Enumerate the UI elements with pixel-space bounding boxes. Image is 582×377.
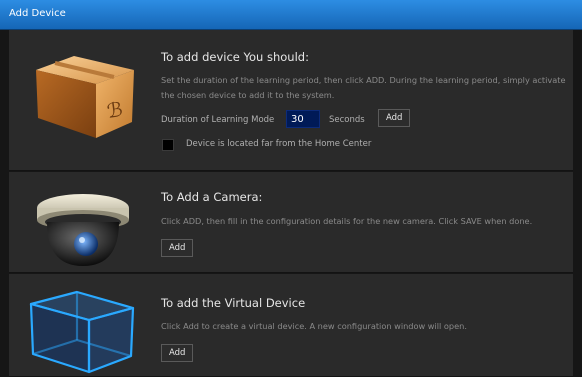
add-virtual-heading: To add the Virtual Device [161, 296, 306, 310]
security-camera-icon [37, 194, 129, 266]
add-virtual-button[interactable]: Add [161, 344, 194, 362]
far-device-label: Device is located far from the Home Cent… [186, 139, 372, 149]
add-device-description: Set the duration of the learning period,… [161, 75, 566, 100]
duration-input[interactable] [286, 110, 320, 128]
add-device-section: ℬ To add device You should: Set the dura… [9, 30, 573, 171]
title-bar: Add Device [0, 0, 582, 30]
add-camera-heading: To Add a Camera: [161, 190, 263, 204]
cardboard-box-icon: ℬ [36, 56, 134, 138]
duration-label: Duration of Learning Mode [161, 115, 275, 125]
wireframe-cube-icon [29, 290, 135, 374]
window-title: Add Device [9, 8, 66, 19]
add-virtual-description: Click Add to create a virtual device. A … [161, 321, 467, 331]
add-virtual-device-section: To add the Virtual Device Click Add to c… [9, 274, 573, 377]
far-device-checkbox[interactable] [162, 139, 174, 151]
add-camera-button[interactable]: Add [161, 239, 194, 257]
add-device-window: Add Device ℬ To add device You should: S… [0, 0, 582, 377]
seconds-label: Seconds [329, 115, 365, 125]
add-device-button[interactable]: Add [378, 109, 411, 127]
svg-text:ℬ: ℬ [105, 97, 124, 123]
add-camera-section: To Add a Camera: Click ADD, then fill in… [9, 172, 573, 273]
add-camera-description: Click ADD, then fill in the configuratio… [161, 216, 533, 226]
add-device-heading: To add device You should: [161, 50, 309, 64]
